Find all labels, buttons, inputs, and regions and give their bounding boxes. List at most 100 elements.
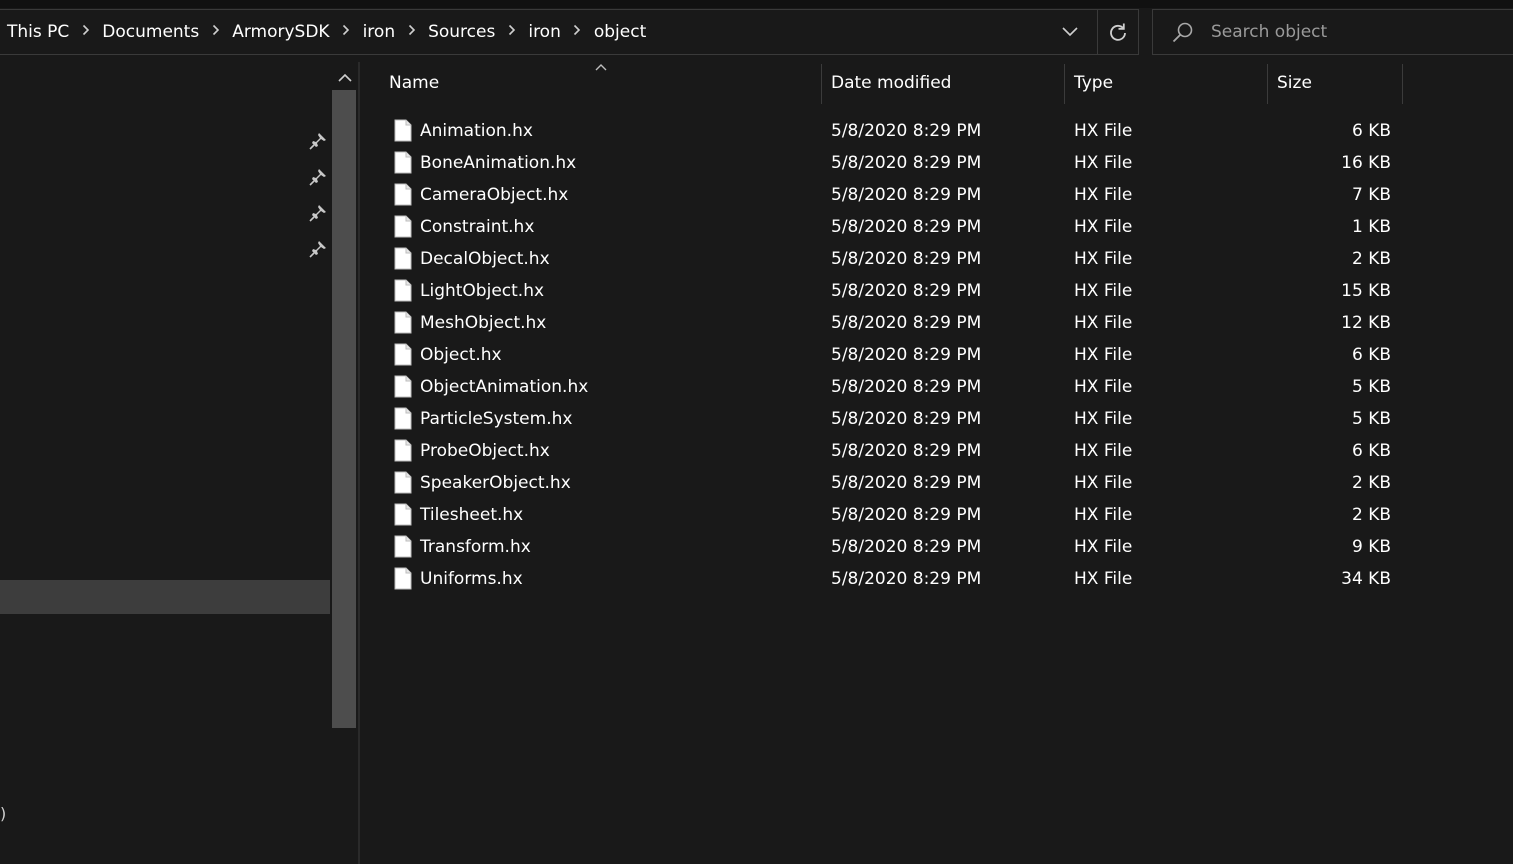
file-size: 1 KB (1351, 217, 1391, 237)
file-row[interactable]: Animation.hx 5/8/2020 8:29 PM HX File 6 KB (386, 115, 1486, 147)
breadcrumb-item[interactable]: iron (363, 22, 396, 42)
pin-icon[interactable] (309, 240, 327, 258)
file-type: HX File (1074, 537, 1133, 557)
file-date-modified: 5/8/2020 8:29 PM (831, 537, 982, 557)
file-size: 2 KB (1351, 473, 1391, 493)
column-divider[interactable] (821, 64, 822, 104)
file-row[interactable]: LightObject.hx 5/8/2020 8:29 PM HX File 15 … (386, 275, 1486, 307)
file-name[interactable]: CameraObject.hx (420, 179, 568, 211)
file-date-modified: 5/8/2020 8:29 PM (831, 281, 982, 301)
file-type: HX File (1074, 377, 1133, 397)
file-date-modified: 5/8/2020 8:29 PM (831, 377, 982, 397)
file-date-modified: 5/8/2020 8:29 PM (831, 569, 982, 589)
file-icon (394, 535, 412, 558)
file-row[interactable]: MeshObject.hx 5/8/2020 8:29 PM HX File 12 K… (386, 307, 1486, 339)
nav-scrollbar[interactable] (331, 62, 358, 864)
file-size: 15 KB (1341, 281, 1391, 301)
scroll-up-button[interactable] (335, 66, 355, 88)
file-size: 34 KB (1341, 569, 1391, 589)
file-name[interactable]: Tilesheet.hx (420, 499, 523, 531)
breadcrumb-item[interactable]: ArmorySDK (232, 22, 329, 42)
file-size: 6 KB (1351, 345, 1391, 365)
file-list[interactable]: Name Date modified Type Size Animation.h… (360, 62, 1513, 864)
search-input[interactable] (1211, 10, 1501, 54)
file-icon (394, 407, 412, 430)
file-icon (394, 247, 412, 270)
column-divider[interactable] (1064, 64, 1065, 104)
file-name[interactable]: Constraint.hx (420, 211, 534, 243)
file-type: HX File (1074, 185, 1133, 205)
file-icon (394, 343, 412, 366)
file-name[interactable]: DecalObject.hx (420, 243, 550, 275)
file-name[interactable]: Animation.hx (420, 115, 533, 147)
file-row[interactable]: BoneAnimation.hx 5/8/2020 8:29 PM HX File 1… (386, 147, 1486, 179)
file-size: 16 KB (1341, 153, 1391, 173)
chevron-right-icon[interactable] (395, 24, 428, 40)
file-row[interactable]: Tilesheet.hx 5/8/2020 8:29 PM HX File 2 KB (386, 499, 1486, 531)
file-type: HX File (1074, 249, 1133, 269)
file-type: HX File (1074, 473, 1133, 493)
file-name[interactable]: ProbeObject.hx (420, 435, 550, 467)
breadcrumb-item[interactable]: object (594, 22, 646, 42)
file-icon (394, 311, 412, 334)
column-header-size-label: Size (1277, 73, 1312, 93)
file-date-modified: 5/8/2020 8:29 PM (831, 217, 982, 237)
file-date-modified: 5/8/2020 8:29 PM (831, 409, 982, 429)
file-size: 2 KB (1351, 505, 1391, 525)
column-header-type[interactable]: Type (1074, 62, 1264, 104)
address-bar[interactable]: This PC Documents ArmorySDK iron Sources iron… (0, 9, 1139, 55)
file-row[interactable]: CameraObject.hx 5/8/2020 8:29 PM HX File 7 … (386, 179, 1486, 211)
file-name[interactable]: BoneAnimation.hx (420, 147, 576, 179)
file-name[interactable]: ParticleSystem.hx (420, 403, 572, 435)
chevron-right-icon[interactable] (330, 24, 363, 40)
chevron-right-icon[interactable] (199, 24, 232, 40)
file-row[interactable]: Constraint.hx 5/8/2020 8:29 PM HX File 1 KB (386, 211, 1486, 243)
column-header-date[interactable]: Date modified (831, 62, 1061, 104)
file-date-modified: 5/8/2020 8:29 PM (831, 345, 982, 365)
file-icon (394, 567, 412, 590)
file-name[interactable]: ObjectAnimation.hx (420, 371, 588, 403)
breadcrumb-item[interactable]: Documents (102, 22, 199, 42)
file-icon (394, 471, 412, 494)
column-header-name[interactable]: Name (389, 62, 819, 104)
file-row[interactable]: Object.hx 5/8/2020 8:29 PM HX File 6 KB (386, 339, 1486, 371)
column-header-name-label: Name (389, 73, 440, 93)
column-header-size[interactable]: Size (1277, 62, 1397, 104)
file-icon (394, 375, 412, 398)
navigation-pane[interactable]: ) (0, 62, 331, 864)
pin-icon[interactable] (309, 132, 327, 150)
pin-icon[interactable] (309, 168, 327, 186)
file-row[interactable]: ObjectAnimation.hx 5/8/2020 8:29 PM HX Fil… (386, 371, 1486, 403)
address-history-dropdown[interactable] (1052, 10, 1088, 54)
chevron-right-icon[interactable] (495, 24, 528, 40)
file-row[interactable]: ProbeObject.hx 5/8/2020 8:29 PM HX File 6 K… (386, 435, 1486, 467)
file-row[interactable]: SpeakerObject.hx 5/8/2020 8:29 PM HX File 2… (386, 467, 1486, 499)
file-name[interactable]: SpeakerObject.hx (420, 467, 571, 499)
scroll-thumb[interactable] (332, 90, 356, 728)
breadcrumb-item[interactable]: This PC (7, 22, 69, 42)
chevron-right-icon[interactable] (561, 24, 594, 40)
column-divider[interactable] (1402, 64, 1403, 104)
breadcrumb-item[interactable]: iron (528, 22, 561, 42)
file-size: 5 KB (1351, 377, 1391, 397)
file-icon (394, 215, 412, 238)
file-name[interactable]: Uniforms.hx (420, 563, 523, 595)
pin-icon[interactable] (309, 204, 327, 222)
file-name[interactable]: Object.hx (420, 339, 502, 371)
file-row[interactable]: DecalObject.hx 5/8/2020 8:29 PM HX File 2 K… (386, 243, 1486, 275)
nav-item-selected[interactable] (0, 580, 330, 614)
file-row[interactable]: Transform.hx 5/8/2020 8:29 PM HX File 9 KB (386, 531, 1486, 563)
file-name[interactable]: Transform.hx (420, 531, 531, 563)
file-name[interactable]: LightObject.hx (420, 275, 544, 307)
chevron-right-icon[interactable] (69, 24, 102, 40)
file-name[interactable]: MeshObject.hx (420, 307, 546, 339)
refresh-icon (1110, 23, 1126, 41)
breadcrumb-item[interactable]: Sources (428, 22, 495, 42)
search-box[interactable] (1152, 9, 1513, 55)
file-type: HX File (1074, 313, 1133, 333)
file-row[interactable]: ParticleSystem.hx 5/8/2020 8:29 PM HX File… (386, 403, 1486, 435)
refresh-button[interactable] (1099, 10, 1137, 54)
column-divider[interactable] (1267, 64, 1268, 104)
file-row[interactable]: Uniforms.hx 5/8/2020 8:29 PM HX File 34 KB (386, 563, 1486, 595)
file-size: 6 KB (1351, 441, 1391, 461)
